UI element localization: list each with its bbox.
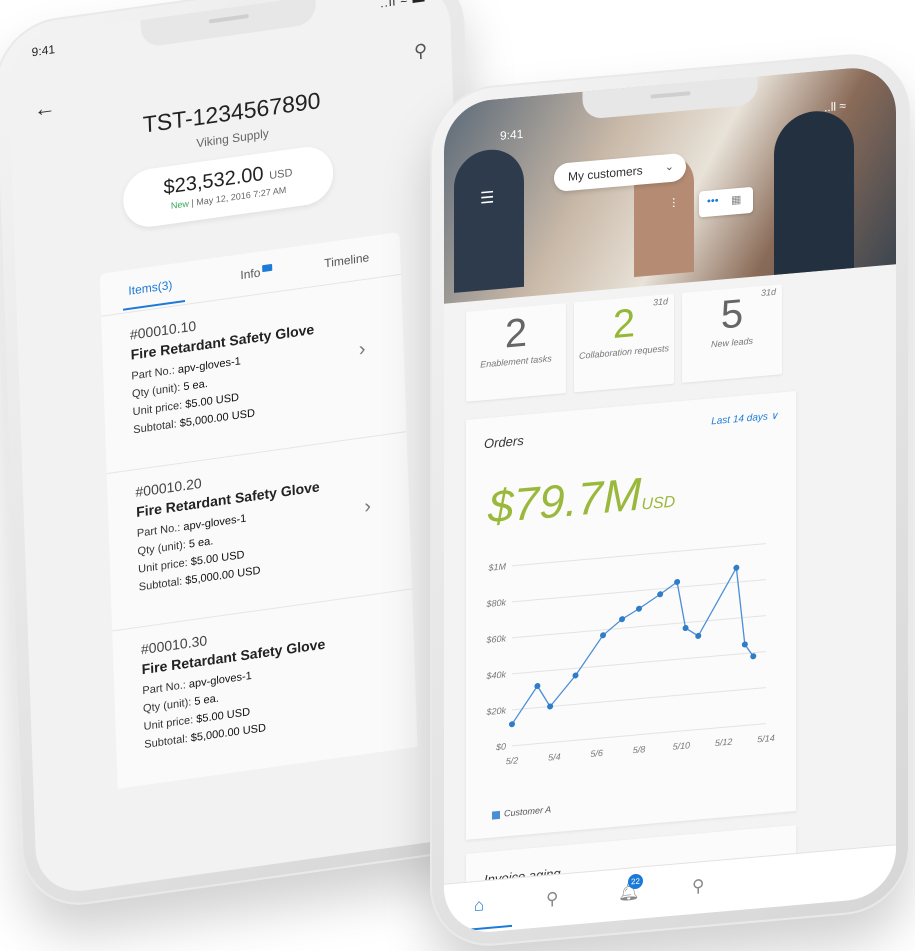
dashboard-screen: 9:41 ..ll ≈ ☰ My customers ⌄ ⫶ ••• ▦ 2 E… (444, 64, 896, 936)
data-point[interactable] (600, 632, 607, 639)
view-switcher[interactable]: ••• ▦ (699, 186, 753, 218)
kpi-collaboration-requests[interactable]: 31d 2 Collaboration requests (574, 293, 674, 393)
x-tick-label: 5/6 (590, 748, 602, 759)
status-time: 9:41 (31, 42, 56, 60)
chevron-right-icon[interactable]: › (364, 495, 371, 519)
chevron-down-icon: ⌄ (664, 160, 674, 174)
orders-total-currency: USD (641, 493, 676, 514)
y-tick-label: $1M (488, 561, 507, 573)
x-tick-label: 5/12 (715, 737, 732, 749)
y-tick-label: $80k (486, 597, 507, 609)
customer-selector-label: My customers (568, 163, 643, 184)
legend-label: Customer A (504, 804, 552, 819)
active-tab-indicator (462, 924, 512, 932)
kpi-new-leads[interactable]: 31d 5 New leads (682, 284, 782, 383)
notification-badge: 22 (628, 873, 643, 890)
person-figure (774, 107, 854, 275)
orders-total: $79.7MUSD (488, 464, 675, 534)
kpi-period: 31d (652, 296, 668, 308)
data-point[interactable] (682, 625, 689, 632)
chart-legend: Customer A (492, 804, 552, 820)
orders-total-value: $79.7M (488, 467, 642, 533)
grid-line (512, 615, 766, 639)
kpi-period: 31d (760, 286, 776, 299)
tab-info-label: Info (240, 265, 261, 283)
orders-title: Orders (484, 432, 524, 452)
y-tick-label: $40k (486, 669, 507, 681)
data-point[interactable] (636, 605, 642, 612)
data-point[interactable] (509, 721, 515, 728)
pin-icon[interactable]: ⚲ (414, 40, 428, 63)
amount-currency: USD (269, 166, 293, 183)
y-tick-label: $20k (486, 705, 507, 717)
data-point[interactable] (695, 632, 702, 640)
y-tick-label: $60k (486, 633, 507, 645)
data-point[interactable] (733, 564, 740, 572)
x-tick-label: 5/8 (633, 744, 645, 755)
filter-icon[interactable]: ⫶ (672, 196, 675, 212)
pin-icon[interactable]: ⚲ (692, 876, 704, 897)
data-point[interactable] (619, 616, 626, 623)
card-view-icon[interactable]: ••• (707, 195, 719, 208)
x-tick-label: 5/4 (548, 752, 560, 763)
left-phone: 9:41 ..ll ≈ ▬ ← ⚲ TST-1234567890 Viking … (0, 0, 494, 913)
chevron-right-icon[interactable]: › (358, 338, 365, 362)
status-new: New (170, 198, 190, 211)
data-point[interactable] (572, 672, 579, 679)
amount-pill: $23,532.00 USD New | May 12, 2016 7:27 A… (122, 143, 335, 231)
orders-card: Orders Last 14 days ∨ $79.7MUSD $0 $20k $4… (466, 390, 796, 840)
back-arrow-icon[interactable]: ← (33, 94, 56, 123)
orders-line-chart: $0 $20k $40k $60k $80k $1M 5/2 5/4 5/6 5/8 5/10 5/1… (486, 543, 775, 766)
x-tick-label: 5/10 (673, 740, 690, 752)
person-figure (454, 146, 524, 293)
signal-battery-icon: ..ll ≈ ▬ (379, 0, 426, 11)
right-phone: 9:41 ..ll ≈ ☰ My customers ⌄ ⫶ ••• ▦ 2 E… (430, 49, 910, 951)
y-tick-label: $0 (495, 741, 506, 752)
tab-items[interactable]: Items(3) (128, 278, 172, 298)
grid-line (512, 543, 766, 567)
home-icon[interactable]: ⌂ (474, 895, 484, 916)
x-tick-label: 5/14 (757, 733, 774, 745)
order-detail-screen: 9:41 ..ll ≈ ▬ ← ⚲ TST-1234567890 Viking … (7, 0, 479, 898)
tab-timeline[interactable]: Timeline (324, 250, 369, 270)
status-bar: 9:41 ..ll ≈ ▬ (7, 0, 450, 69)
tab-info[interactable]: Info (240, 263, 273, 283)
data-point[interactable] (657, 591, 664, 598)
hamburger-menu-icon[interactable]: ☰ (480, 187, 494, 208)
series-line (511, 565, 754, 725)
kpi-enablement-tasks[interactable]: 2 Enablement tasks (466, 303, 566, 402)
chat-icon (262, 263, 273, 273)
data-point[interactable] (674, 578, 681, 586)
status-time: 9:41 (500, 126, 524, 143)
date-range-dropdown[interactable]: Last 14 days ∨ (711, 411, 778, 428)
search-icon[interactable]: ⚲ (546, 889, 558, 910)
signal-battery-icon: ..ll ≈ (824, 98, 846, 115)
grid-line (512, 651, 766, 675)
legend-swatch (492, 810, 500, 820)
grid-view-icon[interactable]: ▦ (731, 193, 741, 207)
x-tick-label: 5/2 (506, 755, 518, 766)
